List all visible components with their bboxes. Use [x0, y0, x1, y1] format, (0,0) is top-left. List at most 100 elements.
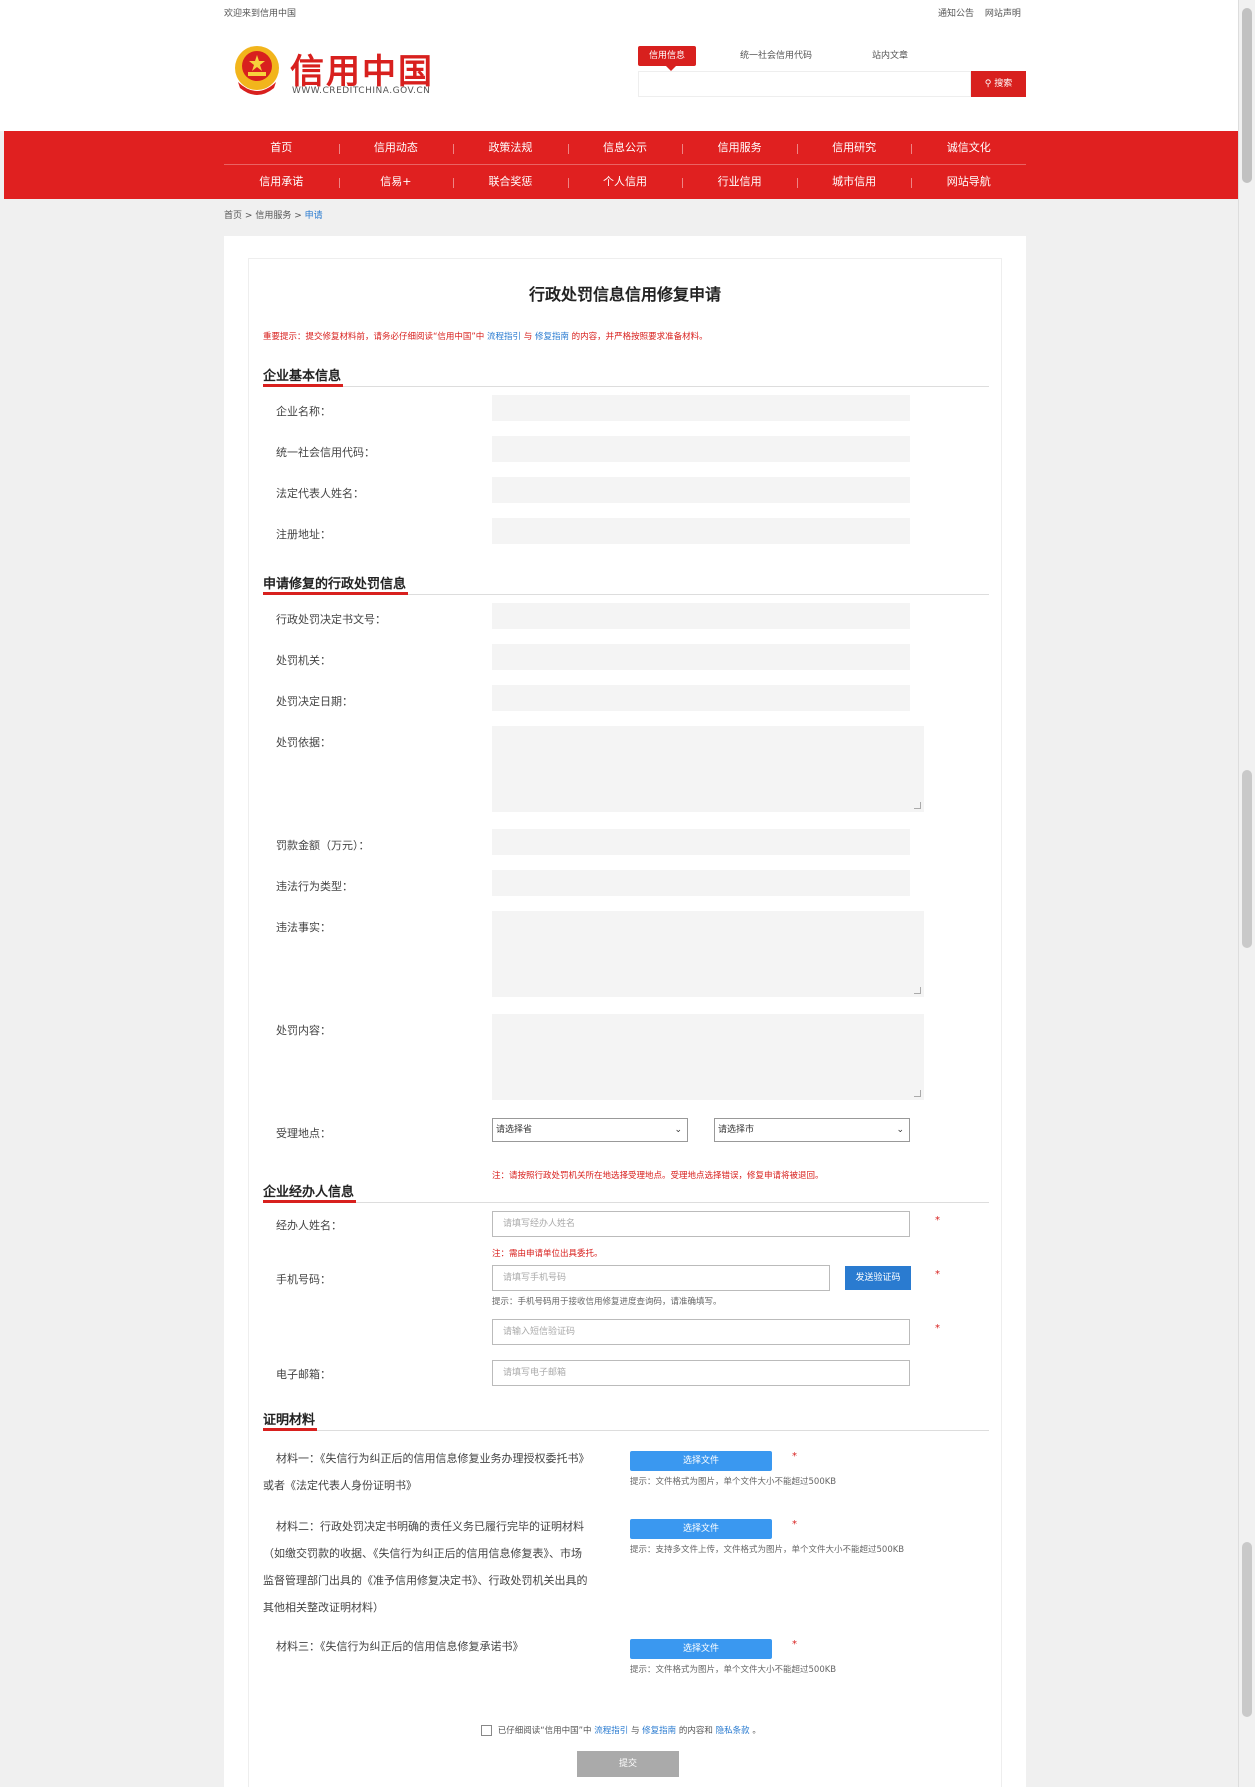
- send-code-button[interactable]: 发送验证码: [845, 1266, 911, 1290]
- material-line: （如缴交罚款的收据、《失信行为纠正后的信用信息修复表》、市场: [263, 1547, 582, 1560]
- required-mark: *: [935, 1269, 940, 1280]
- city-select-value: 请选择市: [718, 1125, 755, 1135]
- chevron-down-icon: ⌄: [896, 1125, 904, 1135]
- decision-date-input[interactable]: [492, 685, 910, 711]
- penalty-basis-textarea[interactable]: [492, 726, 924, 812]
- nav-item-xinyi[interactable]: 信易+: [338, 165, 454, 199]
- nav-item-service[interactable]: 信用服务: [682, 131, 797, 164]
- nav-item-research[interactable]: 信用研究: [796, 131, 912, 164]
- submit-button[interactable]: 提交: [577, 1751, 679, 1777]
- statement-link[interactable]: 网站声明: [985, 9, 1021, 19]
- city-select[interactable]: 请选择市 ⌄: [714, 1118, 910, 1142]
- breadcrumb-current: 申请: [304, 211, 323, 221]
- content-panel: 行政处罚信息信用修复申请 重要提示：提交修复材料前，请务必仔细阅读“信用中国”中…: [224, 236, 1026, 1787]
- province-select[interactable]: 请选择省 ⌄: [492, 1118, 688, 1142]
- address-input[interactable]: [492, 518, 910, 544]
- field-label: 罚款金额（万元）：: [276, 839, 370, 852]
- site-header: 信用中国 WWW.CREDITCHINA.GOV.CN 信用信息 统一社会信用代…: [0, 24, 1238, 131]
- file-hint-3: 提示：文件格式为图片，单个文件大小不能超过500KB: [630, 1665, 837, 1675]
- scrollbar[interactable]: [1238, 0, 1255, 1787]
- section-header-agent: 企业经办人信息: [263, 1181, 989, 1203]
- authority-input[interactable]: [492, 644, 910, 670]
- material-line: 监督管理部门出具的《准予信用修复决定书》、行政处罚机关出具的: [263, 1574, 588, 1587]
- material-2-text: 材料二：行政处罚决定书明确的责任义务已履行完毕的证明材料 （如缴交罚款的收据、《…: [263, 1513, 613, 1621]
- scrollbar-thumb[interactable]: [1242, 770, 1252, 948]
- province-select-value: 请选择省: [496, 1125, 533, 1135]
- search-icon: ⚲: [984, 79, 992, 89]
- tab-credit-info[interactable]: 信用信息: [638, 46, 697, 71]
- field-label: 手机号码：: [276, 1273, 331, 1286]
- section-header-materials: 证明材料: [263, 1409, 989, 1431]
- welcome-text: 欢迎来到信用中国: [224, 9, 297, 19]
- section-title: 证明材料: [263, 1409, 318, 1431]
- tab-site-articles[interactable]: 站内文章: [872, 46, 908, 66]
- nav-item-home[interactable]: 首页: [224, 131, 339, 164]
- nav-item-culture[interactable]: 诚信文化: [911, 131, 1026, 164]
- material-line: 其他相关整改证明材料）: [263, 1601, 384, 1614]
- agree-suffix: 。: [752, 1726, 761, 1736]
- search-input[interactable]: [638, 71, 971, 97]
- nav-item-policy[interactable]: 政策法规: [453, 131, 568, 164]
- nav-item-commitment[interactable]: 信用承诺: [224, 165, 339, 199]
- top-bar: 欢迎来到信用中国 通知公告 网站声明: [0, 0, 1238, 24]
- field-label: 违法行为类型：: [276, 880, 353, 893]
- repair-guide-link[interactable]: 修复指南: [535, 332, 569, 342]
- agreement: 已仔细阅读“信用中国”中 流程指引 与 修复指南 的内容和 隐私条款 。: [481, 1724, 761, 1736]
- material-line: 或者《法定代表人身份证明书》: [263, 1479, 417, 1492]
- nav-item-city[interactable]: 城市信用: [796, 165, 912, 199]
- choose-file-button-1[interactable]: 选择文件: [630, 1451, 772, 1471]
- scrollbar-thumb[interactable]: [1242, 1542, 1252, 1717]
- search-button[interactable]: ⚲ 搜索: [971, 71, 1026, 97]
- nav-item-rewards[interactable]: 联合奖惩: [453, 165, 568, 199]
- required-mark: *: [935, 1215, 940, 1226]
- field-label: 违法事实：: [276, 921, 331, 934]
- email-input[interactable]: 请填写电子邮箱: [492, 1360, 910, 1386]
- nav-item-industry[interactable]: 行业信用: [682, 165, 797, 199]
- material-line: 材料二：行政处罚决定书明确的责任义务已履行完毕的证明材料: [276, 1520, 584, 1533]
- privacy-link[interactable]: 隐私条款: [716, 1726, 750, 1736]
- breadcrumb-home[interactable]: 首页: [224, 211, 242, 221]
- penalty-content-textarea[interactable]: [492, 1014, 924, 1100]
- notice-link[interactable]: 通知公告: [938, 9, 974, 19]
- material-line: 材料一：《失信行为纠正后的信用信息修复业务办理授权委托书》: [276, 1452, 590, 1465]
- choose-file-button-2[interactable]: 选择文件: [630, 1519, 772, 1539]
- nav-item-personal[interactable]: 个人信用: [567, 165, 683, 199]
- breadcrumb-service[interactable]: 信用服务: [255, 211, 291, 221]
- notice-suffix: 的内容，并严格按照要求准备材料。: [571, 332, 708, 342]
- company-name-input[interactable]: [492, 395, 910, 421]
- material-3-text: 材料三：《失信行为纠正后的信用信息修复承诺书》: [263, 1633, 613, 1660]
- agree-checkbox[interactable]: [481, 1725, 492, 1736]
- legal-rep-input[interactable]: [492, 477, 910, 503]
- breadcrumb: 首页 > 信用服务 > 申请: [224, 208, 323, 221]
- scrollbar-thumb[interactable]: [1242, 8, 1252, 183]
- nav-item-sitemap[interactable]: 网站导航: [911, 165, 1026, 199]
- phone-input[interactable]: 请填写手机号码: [492, 1265, 830, 1291]
- fine-amount-input[interactable]: [492, 829, 910, 855]
- important-notice: 重要提示：提交修复材料前，请务必仔细阅读“信用中国”中 流程指引 与 修复指南 …: [263, 330, 708, 342]
- credit-code-input[interactable]: [492, 436, 910, 462]
- agree-guide-link[interactable]: 修复指南: [642, 1726, 676, 1736]
- phone-hint: 提示：手机号码用于接收信用修复进度查询码，请准确填写。: [492, 1297, 722, 1307]
- agree-mid2: 的内容和: [678, 1726, 713, 1736]
- tab-credit-code[interactable]: 统一社会信用代码: [740, 46, 812, 66]
- decision-doc-input[interactable]: [492, 603, 910, 629]
- violation-facts-textarea[interactable]: [492, 911, 924, 997]
- section-header-company: 企业基本信息: [263, 365, 989, 387]
- violation-type-input[interactable]: [492, 870, 910, 896]
- choose-file-button-3[interactable]: 选择文件: [630, 1639, 772, 1659]
- required-mark: *: [792, 1639, 797, 1650]
- field-label: 企业名称：: [276, 405, 331, 418]
- field-label: 处罚机关：: [276, 654, 331, 667]
- field-label: 受理地点：: [276, 1127, 331, 1140]
- sms-code-input[interactable]: 请输入短信验证码: [492, 1319, 910, 1345]
- location-note: 注：请按照行政处罚机关所在地选择受理地点。受理地点选择错误，修复申请将被退回。: [492, 1171, 824, 1181]
- section-title: 企业经办人信息: [263, 1181, 357, 1203]
- process-guide-link[interactable]: 流程指引: [487, 332, 521, 342]
- form-container: 行政处罚信息信用修复申请 重要提示：提交修复材料前，请务必仔细阅读“信用中国”中…: [248, 258, 1002, 1787]
- agree-process-link[interactable]: 流程指引: [594, 1726, 628, 1736]
- required-mark: *: [792, 1519, 797, 1530]
- nav-item-news[interactable]: 信用动态: [338, 131, 454, 164]
- nav-item-disclosure[interactable]: 信息公示: [567, 131, 683, 164]
- agent-name-input[interactable]: 请填写经办人姓名: [492, 1211, 910, 1237]
- field-label: 注册地址：: [276, 528, 331, 541]
